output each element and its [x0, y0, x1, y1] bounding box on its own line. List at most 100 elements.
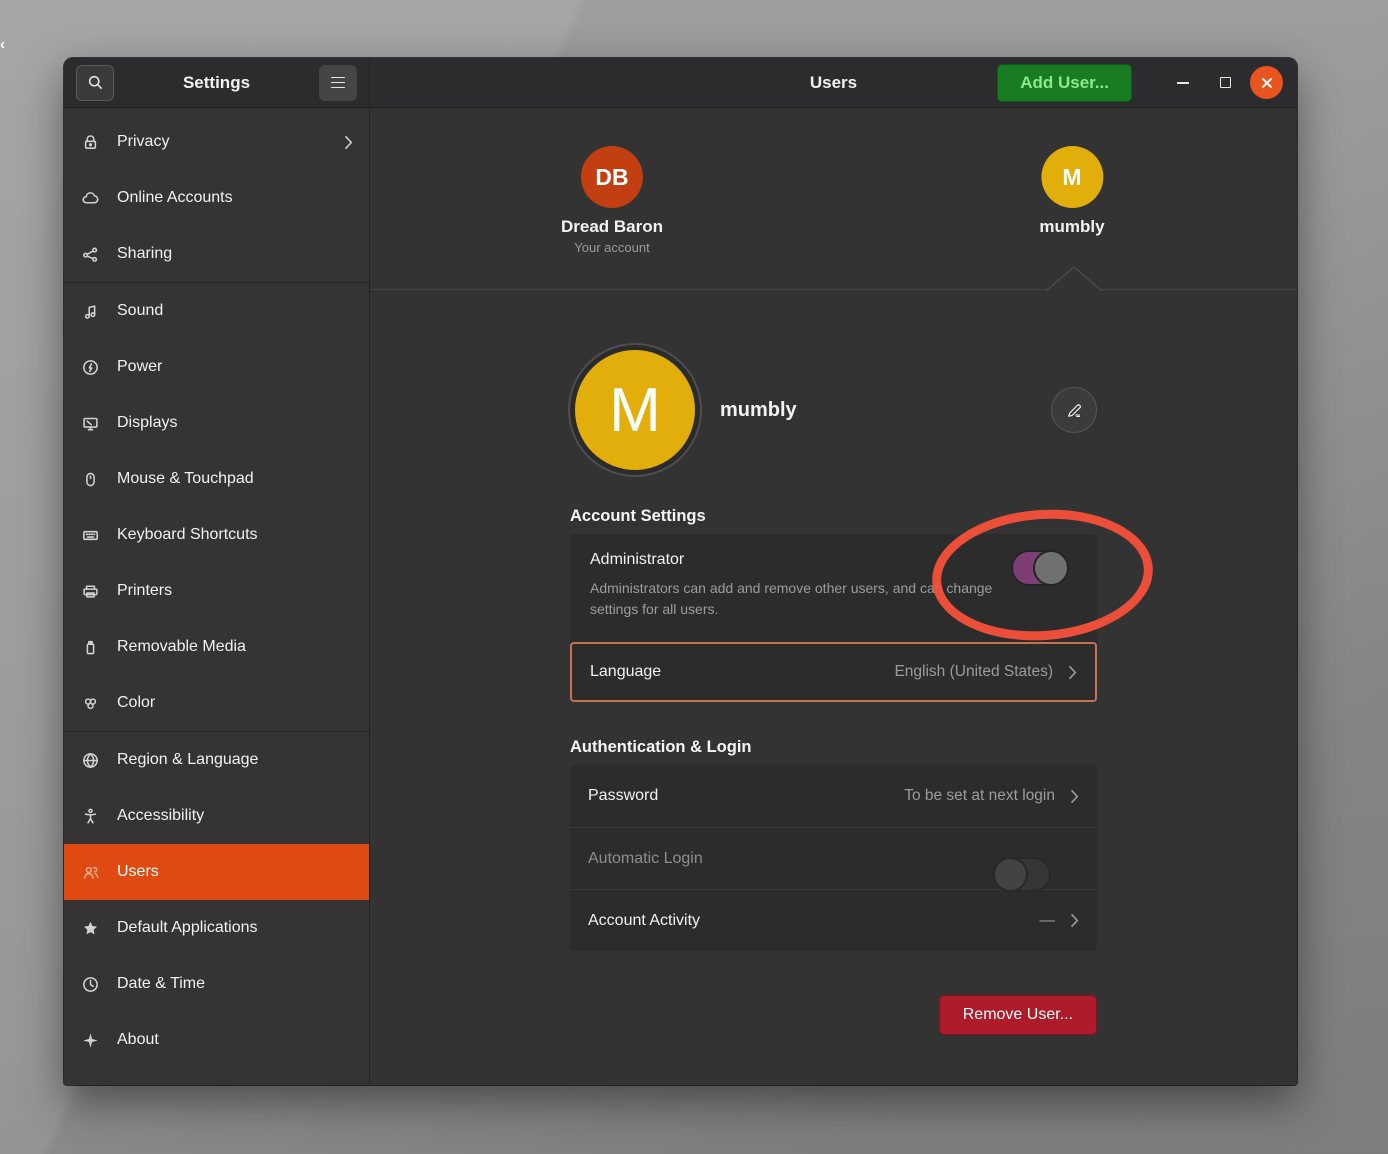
add-user-button[interactable]: Add User...	[997, 64, 1132, 102]
user-name: mumbly	[1039, 217, 1104, 237]
sidebar-item-label: Privacy	[117, 133, 169, 151]
sidebar-item-about[interactable]: About	[64, 1012, 369, 1068]
password-row[interactable]: Password To be set at next login	[570, 765, 1097, 827]
administrator-row: Administrator Administrators can add and…	[570, 534, 1097, 642]
selected-user-caret	[1044, 263, 1104, 291]
user-carousel: DB Dread Baron Your account M mumbly	[370, 108, 1297, 290]
sidebar-title: Settings	[183, 73, 250, 93]
chevron-right-icon	[1068, 665, 1077, 680]
display-icon	[80, 413, 100, 433]
cloud-icon	[80, 188, 100, 208]
sidebar-item-label: Sound	[117, 302, 163, 320]
sidebar-item-label: Online Accounts	[117, 189, 233, 207]
edit-avatar-button[interactable]	[1051, 387, 1097, 433]
note-icon	[80, 301, 100, 321]
printer-icon	[80, 581, 100, 601]
sidebar-item-users[interactable]: Users	[64, 844, 369, 900]
sidebar-item-accessibility[interactable]: Accessibility	[64, 788, 369, 844]
minimize-icon	[1177, 82, 1189, 84]
corner-artifact: ‹	[0, 36, 5, 53]
sidebar-item-label: Sharing	[117, 245, 172, 263]
avatar: DB	[581, 146, 643, 208]
sidebar-headerbar: Settings	[64, 58, 370, 108]
sidebar-item-default-applications[interactable]: Default Applications	[64, 900, 369, 956]
automatic-login-row: Automatic Login	[570, 827, 1097, 889]
chevron-right-icon	[1070, 789, 1079, 804]
star-icon	[80, 918, 100, 938]
accessibility-icon	[80, 806, 100, 826]
auth-login-heading: Authentication & Login	[570, 738, 1097, 757]
password-label: Password	[588, 787, 658, 805]
automatic-login-toggle[interactable]	[993, 857, 1051, 892]
sidebar-item-date-time[interactable]: Date & Time	[64, 956, 369, 1012]
profile-avatar: M	[570, 345, 700, 475]
sidebar-item-color[interactable]: Color	[64, 675, 369, 731]
user-subtitle: Your account	[574, 240, 649, 255]
mouse-icon	[80, 469, 100, 489]
chevron-right-icon	[1070, 913, 1079, 928]
sidebar-item-label: Displays	[117, 414, 177, 432]
usb-icon	[80, 637, 100, 657]
sidebar-item-online-accounts[interactable]: Online Accounts	[64, 170, 369, 226]
sidebar-item-label: Printers	[117, 582, 172, 600]
menu-button[interactable]	[319, 65, 357, 101]
sidebar-item-removable-media[interactable]: Removable Media	[64, 619, 369, 675]
administrator-label: Administrator	[590, 551, 1077, 569]
sidebar-item-label: Color	[117, 694, 155, 712]
sidebar-item-label: Removable Media	[117, 638, 246, 656]
automatic-login-label: Automatic Login	[588, 850, 703, 868]
chevron-right-icon	[344, 135, 353, 150]
auth-login-card: Password To be set at next login Automat…	[570, 765, 1097, 951]
profile-row: M mumbly	[570, 345, 1097, 475]
account-settings-heading: Account Settings	[570, 507, 1097, 526]
account-activity-row[interactable]: Account Activity —	[570, 889, 1097, 951]
sidebar-item-label: Default Applications	[117, 919, 258, 937]
share-icon	[80, 244, 100, 264]
minimize-button[interactable]	[1166, 66, 1200, 100]
language-row[interactable]: Language English (United States)	[570, 642, 1097, 702]
administrator-description: Administrators can add and remove other …	[590, 578, 1035, 621]
sidebar-item-printers[interactable]: Printers	[64, 563, 369, 619]
maximize-button[interactable]	[1208, 66, 1242, 100]
sidebar-item-label: Region & Language	[117, 751, 258, 769]
search-icon	[87, 74, 104, 91]
sidebar-item-keyboard-shortcuts[interactable]: Keyboard Shortcuts	[64, 507, 369, 563]
avatar: M	[1041, 146, 1103, 208]
password-value: To be set at next login	[904, 787, 1055, 805]
profile-name: mumbly	[720, 399, 797, 422]
users-icon	[80, 862, 100, 882]
user-name: Dread Baron	[561, 217, 663, 237]
settings-window: Settings Users Add User... Privacy Online…	[64, 58, 1297, 1085]
keyboard-icon	[80, 525, 100, 545]
sidebar-item-sharing[interactable]: Sharing	[64, 226, 369, 282]
pencil-icon	[1065, 401, 1084, 420]
administrator-toggle[interactable]	[1011, 550, 1069, 586]
account-activity-value: —	[1040, 912, 1056, 930]
sidebar: Privacy Online Accounts Sharing Sound Power D…	[64, 108, 370, 1085]
page-title: Users	[810, 73, 857, 93]
content-area: DB Dread Baron Your account M mumbly M m…	[370, 108, 1297, 1085]
search-button[interactable]	[76, 65, 114, 101]
account-settings-card: Administrator Administrators can add and…	[570, 534, 1097, 702]
close-button[interactable]	[1250, 66, 1283, 99]
sidebar-item-label: About	[117, 1031, 159, 1049]
remove-row: Remove User...	[570, 995, 1097, 1035]
sidebar-item-label: Power	[117, 358, 162, 376]
user-card-mumbly[interactable]: M mumbly	[1039, 146, 1104, 237]
globe-icon	[80, 750, 100, 770]
user-card-dread-baron[interactable]: DB Dread Baron Your account	[561, 146, 663, 255]
sidebar-item-mouse-touchpad[interactable]: Mouse & Touchpad	[64, 451, 369, 507]
power-icon	[80, 357, 100, 377]
sidebar-item-sound[interactable]: Sound	[64, 283, 369, 339]
sidebar-item-label: Date & Time	[117, 975, 205, 993]
sidebar-item-label: Accessibility	[117, 807, 204, 825]
sidebar-item-displays[interactable]: Displays	[64, 395, 369, 451]
sidebar-item-privacy[interactable]: Privacy	[64, 114, 369, 170]
sidebar-item-region-language[interactable]: Region & Language	[64, 732, 369, 788]
sidebar-item-power[interactable]: Power	[64, 339, 369, 395]
color-icon	[80, 693, 100, 713]
user-detail-panel: M mumbly Account Settings Administrator …	[370, 290, 1297, 1085]
remove-user-button[interactable]: Remove User...	[939, 995, 1097, 1035]
sidebar-item-label: Mouse & Touchpad	[117, 470, 254, 488]
lock-icon	[80, 132, 100, 152]
